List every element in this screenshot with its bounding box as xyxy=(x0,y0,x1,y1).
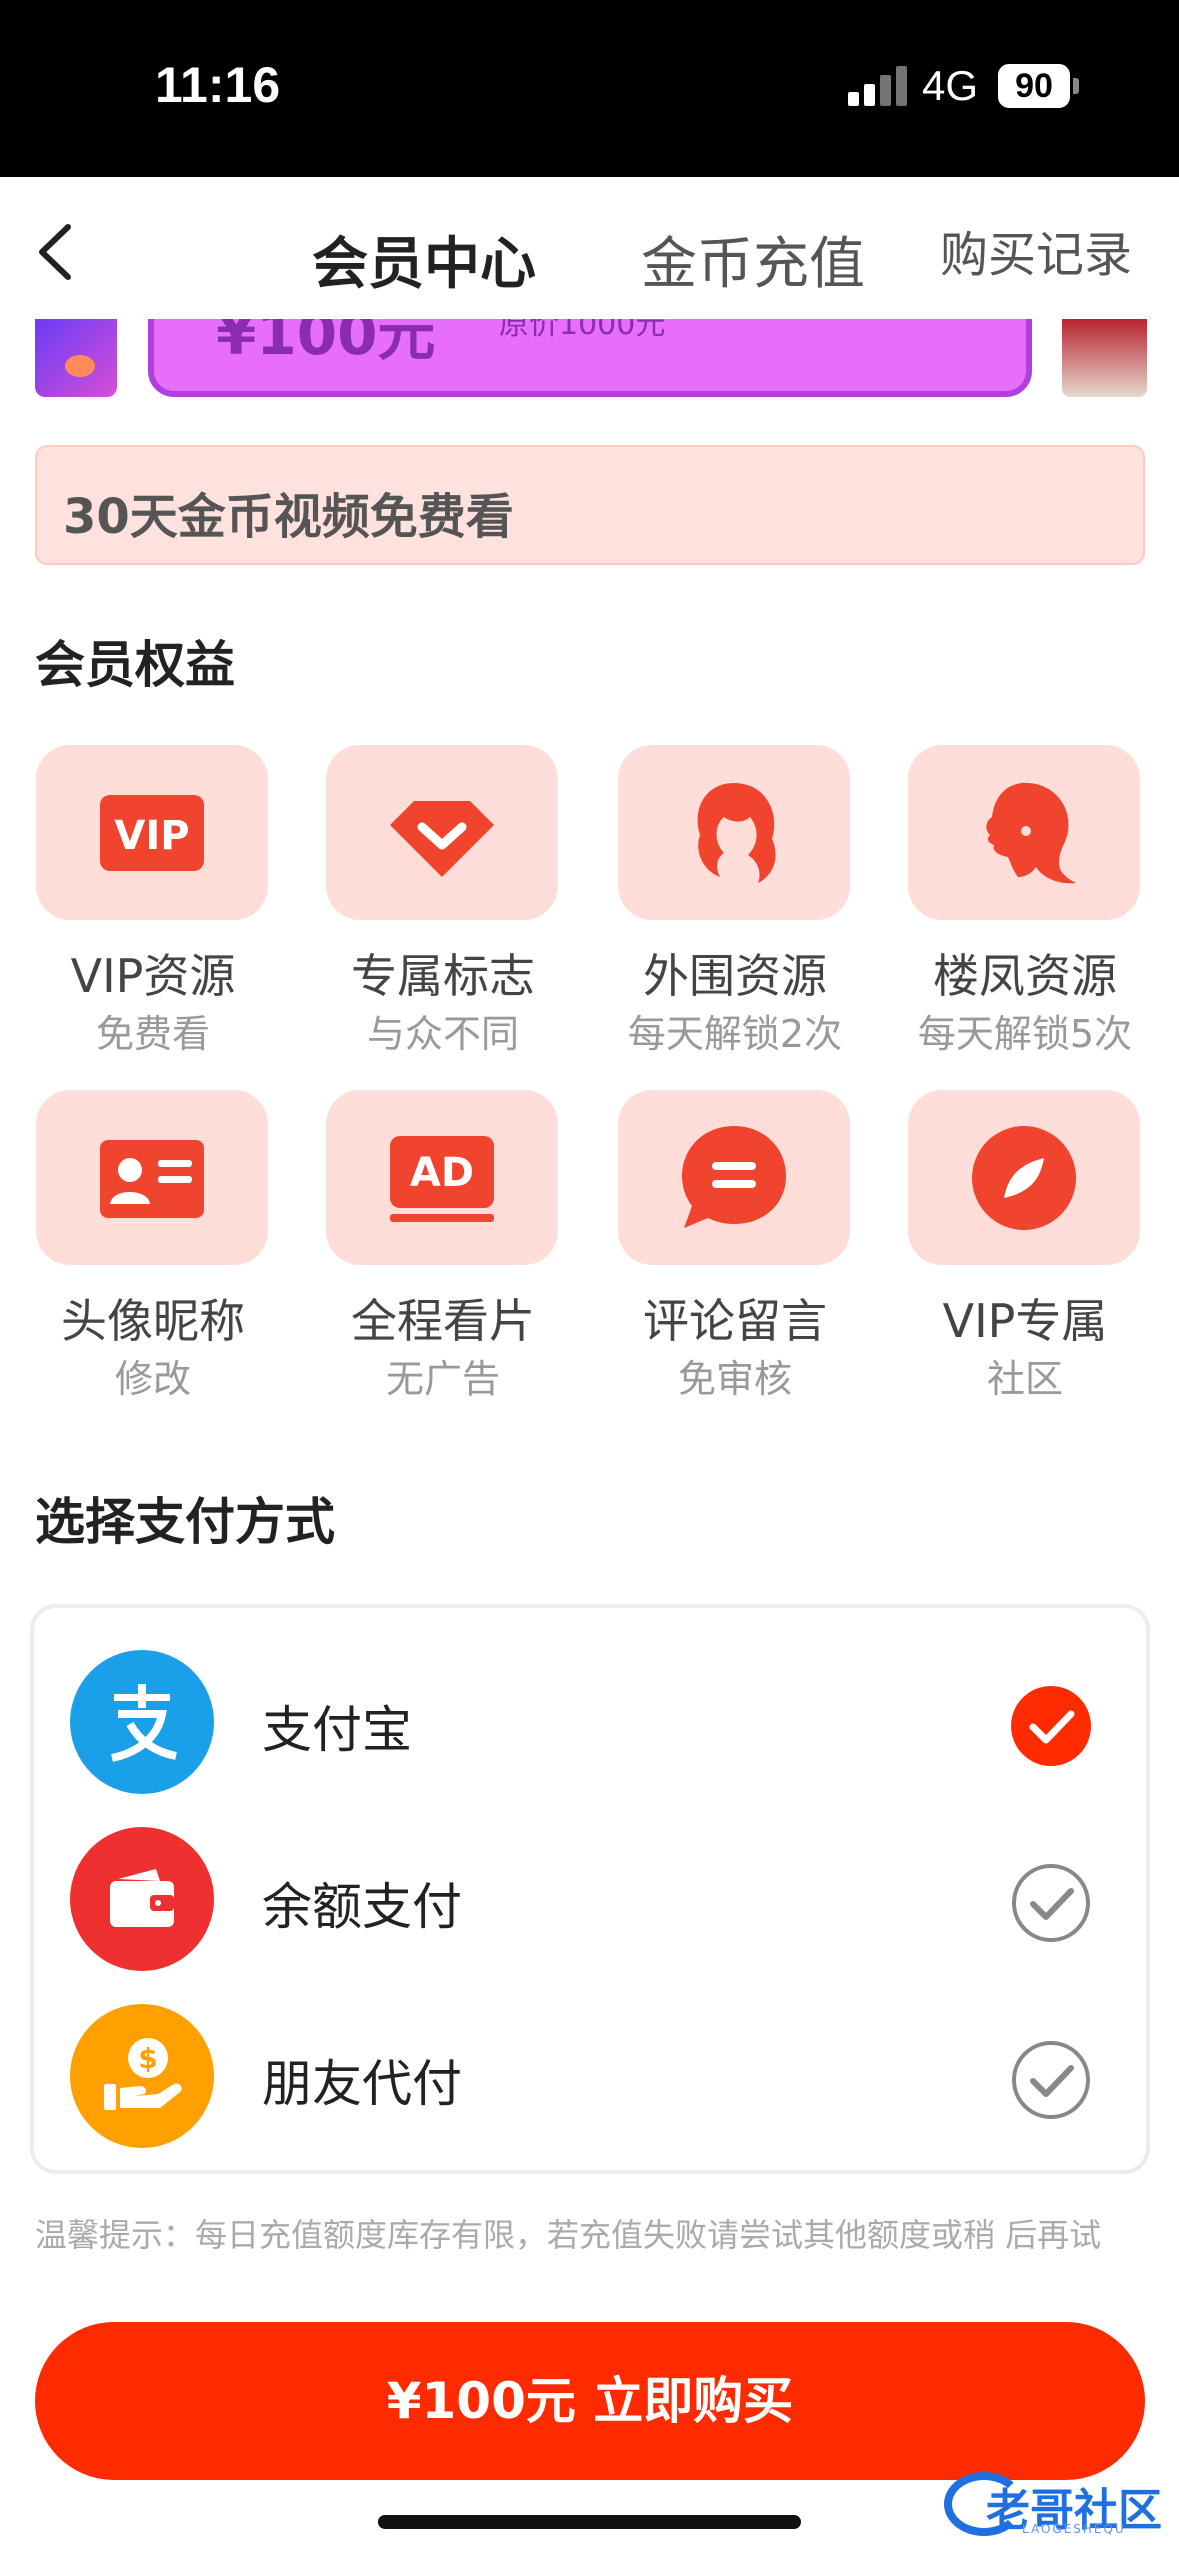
benefit-avatar-nickname[interactable]: 头像昵称 修改 xyxy=(35,1090,275,1401)
tab-coin-recharge[interactable]: 金币充值 xyxy=(641,219,865,300)
woman-profile-icon xyxy=(697,783,776,883)
benefit-name: 专属标志 xyxy=(351,949,535,1003)
benefit-loufeng-resource[interactable]: 楼凤资源 每天解锁5次 xyxy=(907,745,1147,1056)
benefit-tile xyxy=(618,745,850,920)
battery-icon: 90 xyxy=(998,64,1070,108)
status-time: 11:16 xyxy=(155,57,281,113)
benefit-sub: 每天解锁5次 xyxy=(917,1012,1133,1056)
benefit-name: VIP专属 xyxy=(942,1294,1108,1348)
diamond-badge-icon xyxy=(390,801,494,877)
benefit-sub: 社区 xyxy=(986,1357,1063,1401)
payment-option-balance[interactable]: 余额支付 xyxy=(34,1819,1146,1979)
benefit-vip-community[interactable]: VIP专属 社区 xyxy=(907,1090,1147,1401)
nav-bar: 会员中心 金币充值 购买记录 xyxy=(0,177,1179,319)
benefit-sub: 修改 xyxy=(114,1357,191,1401)
checkmark-unselected-icon[interactable] xyxy=(1009,1861,1093,1945)
benefit-exclusive-badge[interactable]: 专属标志 与众不同 xyxy=(325,745,565,1056)
purchase-record-link[interactable]: 购买记录 xyxy=(940,215,1132,285)
benefit-sub: 免审核 xyxy=(677,1357,792,1401)
plan-card-selected[interactable]: ¥100元 原价1000元 xyxy=(148,319,1032,397)
checkmark-unselected-icon[interactable] xyxy=(1009,2038,1093,2122)
payment-method-list: 支付宝 余额支付 $ 朋友代付 xyxy=(30,1604,1150,2174)
cellular-signal-icon xyxy=(848,64,908,106)
benefits-title: 会员权益 xyxy=(35,636,235,694)
svg-text:AD: AD xyxy=(410,1150,474,1196)
benefit-name: 评论留言 xyxy=(643,1294,827,1348)
benefit-name: VIP资源 xyxy=(70,949,236,1003)
benefit-tile xyxy=(908,745,1140,920)
compass-icon xyxy=(972,1126,1076,1230)
back-arrow-icon[interactable] xyxy=(30,217,80,287)
plan-card-prev[interactable] xyxy=(35,319,117,397)
watermark-logo: 老哥社区 LAOGESHEQU xyxy=(944,2466,1169,2540)
checkmark-selected-icon[interactable] xyxy=(1009,1684,1093,1768)
plan-description-text: 30天金币视频免费看 xyxy=(63,489,514,545)
payment-label: 朋友代付 xyxy=(262,2055,462,2113)
home-indicator[interactable] xyxy=(378,2515,801,2529)
benefit-no-ads[interactable]: AD 全程看片 无广告 xyxy=(325,1090,565,1401)
vip-icon: VIP xyxy=(100,795,204,871)
benefit-tile xyxy=(326,745,558,920)
benefit-name: 外围资源 xyxy=(643,949,827,1003)
watermark-subtext: LAOGESHEQU xyxy=(1022,2522,1126,2536)
benefit-name: 楼凤资源 xyxy=(933,949,1117,1003)
id-card-icon xyxy=(100,1140,204,1218)
benefit-sub: 与众不同 xyxy=(366,1012,519,1056)
tip-text: 温馨提示：每日充值额度库存有限，若充值失败请尝试其他额度或稍 后再试 xyxy=(35,2216,1102,2254)
benefit-sub: 无广告 xyxy=(385,1357,500,1401)
benefit-sub: 免费看 xyxy=(95,1012,210,1056)
plan-carousel[interactable]: ¥100元 原价1000元 xyxy=(0,319,1179,399)
benefit-tile: AD xyxy=(326,1090,558,1265)
network-type: 4G xyxy=(922,62,979,109)
payment-label: 支付宝 xyxy=(262,1701,412,1759)
payment-label: 余额支付 xyxy=(262,1878,462,1936)
benefit-sub: 每天解锁2次 xyxy=(627,1012,843,1056)
hand-coin-icon: $ xyxy=(70,2004,214,2148)
benefit-outer-resource[interactable]: 外围资源 每天解锁2次 xyxy=(617,745,857,1056)
benefit-vip-resource[interactable]: VIP VIP资源 免费看 xyxy=(35,745,275,1056)
benefit-tile xyxy=(618,1090,850,1265)
benefit-name: 全程看片 xyxy=(351,1294,535,1348)
payment-title: 选择支付方式 xyxy=(35,1493,335,1551)
plan-description: 30天金币视频免费看 xyxy=(35,445,1145,565)
payment-option-friend[interactable]: $ 朋友代付 xyxy=(34,1996,1146,2156)
plan-price: ¥100元 xyxy=(216,319,436,368)
plan-card-next[interactable] xyxy=(1062,319,1147,397)
ad-icon: AD xyxy=(390,1136,494,1222)
buy-now-button[interactable]: ¥100元 立即购买 xyxy=(35,2322,1145,2480)
benefit-comment[interactable]: 评论留言 免审核 xyxy=(617,1090,857,1401)
status-bar: 11:16 4G 90 xyxy=(0,0,1179,177)
svg-text:VIP: VIP xyxy=(114,813,189,859)
tab-member-center[interactable]: 会员中心 xyxy=(312,219,536,300)
benefit-tile xyxy=(908,1090,1140,1265)
plan-original-price: 原价1000元 xyxy=(499,319,666,342)
benefit-tile xyxy=(36,1090,268,1265)
battery-nub xyxy=(1073,78,1079,94)
payment-option-alipay[interactable]: 支付宝 xyxy=(34,1642,1146,1802)
wallet-icon xyxy=(70,1827,214,1971)
chat-bubble-icon xyxy=(682,1126,786,1228)
alipay-icon xyxy=(70,1650,214,1794)
benefit-name: 头像昵称 xyxy=(61,1294,245,1348)
woman-side-profile-icon xyxy=(986,782,1076,884)
svg-text:$: $ xyxy=(138,2042,157,2075)
benefit-tile: VIP xyxy=(36,745,268,920)
